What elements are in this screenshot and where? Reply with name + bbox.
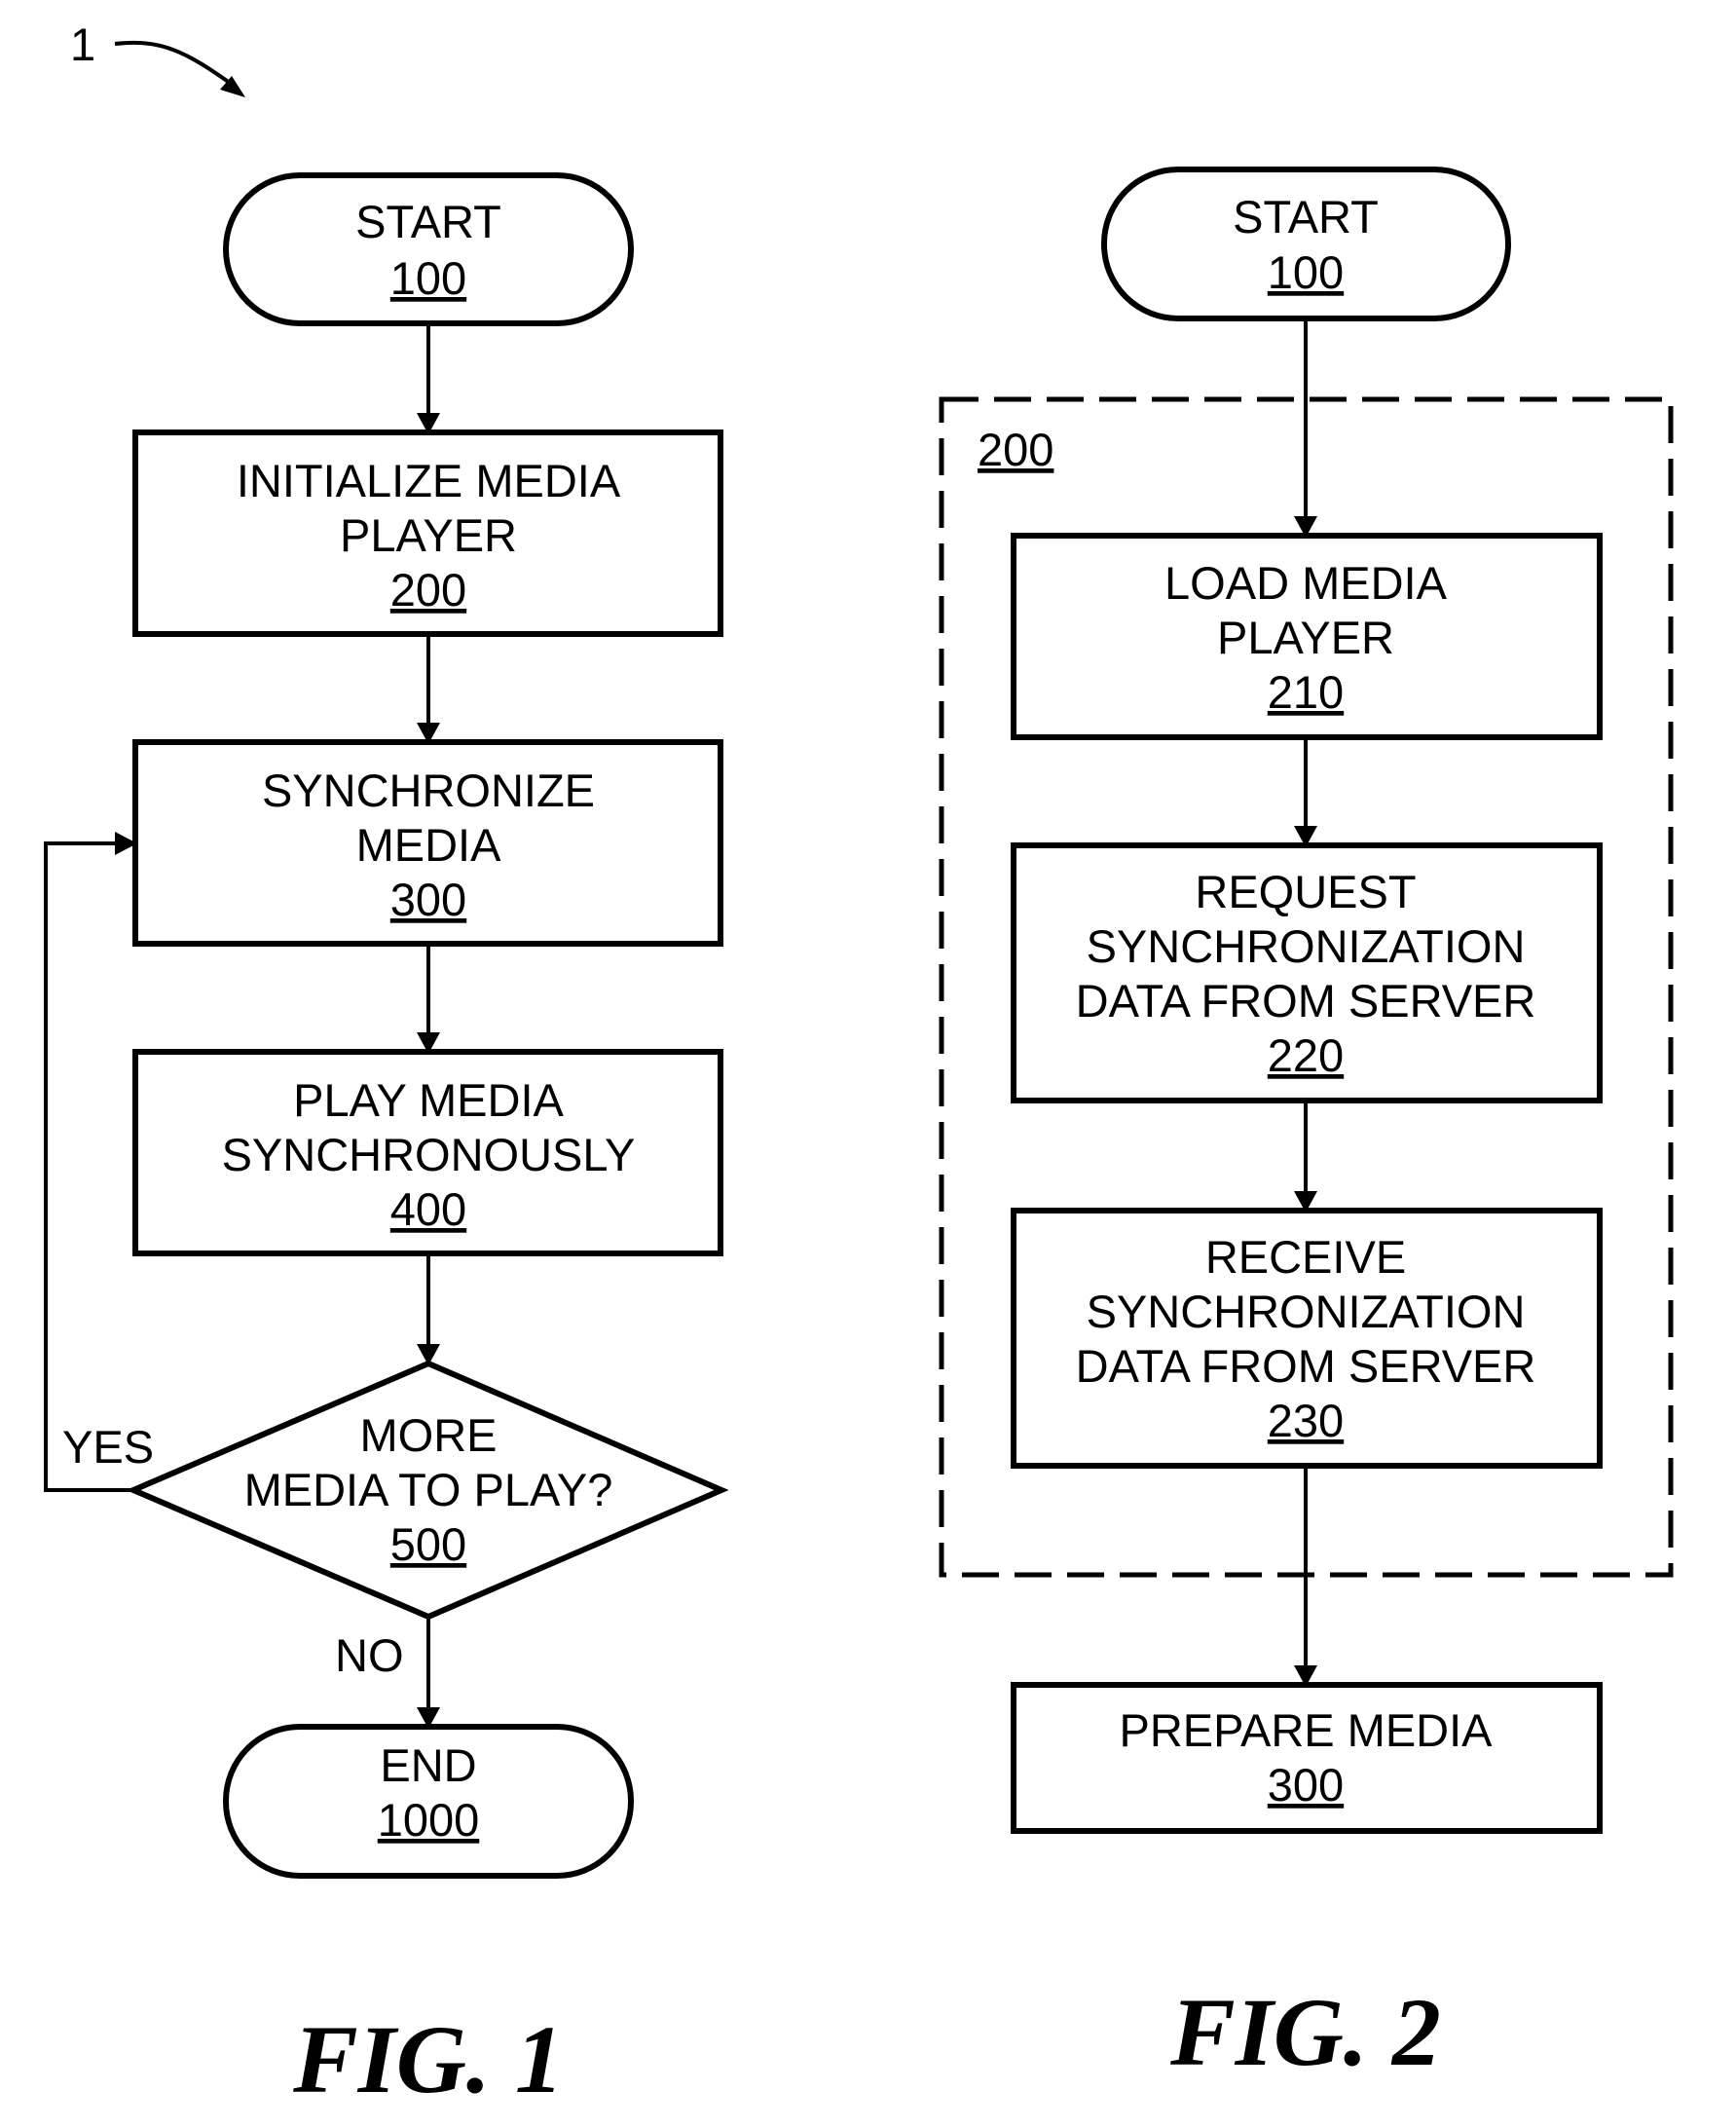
node-text: SYNCHRONIZATION — [1087, 1286, 1526, 1337]
edge-decision-yes-loop — [44, 841, 133, 1492]
node-text: LOAD MEDIA — [1164, 557, 1448, 609]
node-text: PLAY MEDIA — [293, 1074, 564, 1126]
node-ref: 210 — [1268, 666, 1344, 718]
figure-2-caption: FIG. 2 — [1169, 1978, 1441, 2086]
node-text: PLAYER — [340, 509, 517, 561]
node-text: REQUEST — [1195, 866, 1416, 917]
fig1-node-start: START 100 — [223, 172, 634, 326]
reference-curved-arrow — [114, 40, 236, 88]
node-ref: 400 — [390, 1183, 466, 1235]
fig2-node-start: START 100 — [1101, 167, 1511, 321]
node-text: SYNCHRONOUSLY — [222, 1129, 636, 1180]
node-text: PLAYER — [1217, 612, 1394, 663]
fig1-node-decision: MORE MEDIA TO PLAY? 500 — [126, 1360, 729, 1621]
node-ref: 1000 — [378, 1794, 480, 1846]
edge-label-yes: YES — [62, 1421, 154, 1473]
node-text: DATA FROM SERVER — [1076, 975, 1536, 1027]
node-ref: 200 — [390, 564, 466, 616]
figure-1: START 100 INITIALIZE MEDIA PLAYER 200 SY… — [44, 172, 729, 2113]
fig1-node-end: END 1000 — [223, 1724, 634, 1879]
edge-label-no: NO — [335, 1629, 404, 1681]
reference-numeral-1: 1 — [70, 19, 245, 97]
node-text: INITIALIZE MEDIA — [237, 455, 621, 506]
node-ref: 300 — [1268, 1759, 1344, 1811]
fig2-node-prepare: PREPARE MEDIA 300 — [1011, 1682, 1603, 1834]
fig2-node-receive: RECEIVE SYNCHRONIZATION DATA FROM SERVER… — [1011, 1208, 1603, 1469]
node-text: MORE — [360, 1409, 498, 1461]
fig1-node-synchronize: SYNCHRONIZE MEDIA 300 — [132, 739, 723, 947]
node-text: END — [380, 1739, 476, 1791]
node-text: MEDIA — [356, 819, 502, 871]
fig1-node-initialize: INITIALIZE MEDIA PLAYER 200 — [132, 429, 723, 637]
node-ref: 300 — [390, 874, 466, 925]
figure-1-caption: FIG. 1 — [292, 2005, 564, 2113]
fig2-group-ref: 200 — [978, 424, 1053, 475]
node-ref: 220 — [1268, 1029, 1344, 1081]
figure-2: 200 START 100 LOAD MEDIA PLAYER 210 REQU… — [939, 167, 1674, 2086]
node-text: RECEIVE — [1205, 1231, 1406, 1283]
fig1-node-play: PLAY MEDIA SYNCHRONOUSLY 400 — [132, 1049, 723, 1256]
reference-numeral-label: 1 — [70, 19, 95, 70]
node-text: MEDIA TO PLAY? — [244, 1464, 613, 1515]
node-text: PREPARE MEDIA — [1119, 1704, 1493, 1756]
node-text: START — [355, 196, 501, 247]
node-ref: 100 — [390, 252, 466, 304]
node-text: SYNCHRONIZE — [262, 765, 595, 816]
patent-flowchart-drawing: 1 START 100 INITIALIZE MEDIA PLAYER 200 … — [44, 19, 1674, 2113]
node-text: START — [1233, 191, 1379, 243]
node-text: DATA FROM SERVER — [1076, 1340, 1536, 1392]
node-ref: 100 — [1268, 246, 1344, 298]
fig2-node-request: REQUEST SYNCHRONIZATION DATA FROM SERVER… — [1011, 842, 1603, 1103]
node-ref: 500 — [390, 1518, 466, 1570]
fig2-node-load: LOAD MEDIA PLAYER 210 — [1011, 533, 1603, 740]
node-ref: 230 — [1268, 1395, 1344, 1446]
node-text: SYNCHRONIZATION — [1087, 920, 1526, 972]
